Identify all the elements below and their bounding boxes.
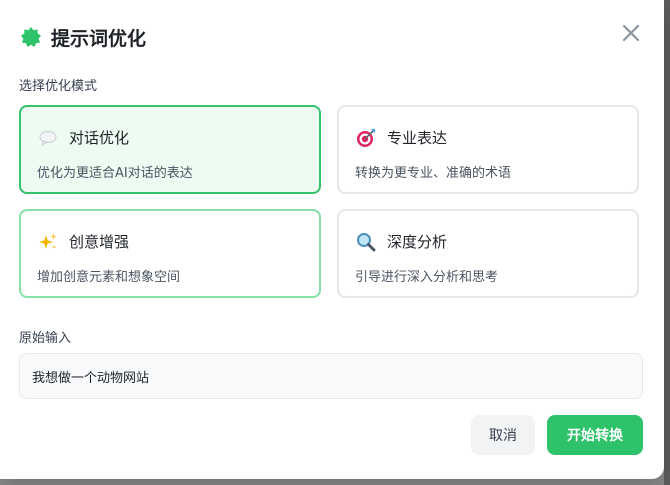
close-icon — [622, 24, 640, 46]
mode-card-analysis[interactable]: 深度分析 引导进行深入分析和思考 — [337, 209, 639, 298]
close-button[interactable] — [618, 22, 644, 48]
dialog-title: 提示词优化 — [51, 27, 147, 50]
mode-description: 增加创意元素和想象空间 — [37, 270, 181, 285]
mode-description: 引导进行深入分析和思考 — [355, 270, 499, 285]
speech-bubble-icon — [38, 128, 58, 148]
mode-card-creative[interactable]: 创意增强 增加创意元素和想象空间 — [19, 209, 321, 298]
page-backdrop — [664, 0, 670, 485]
mode-title: 专业表达 — [387, 129, 448, 147]
mode-section-label: 选择优化模式 — [19, 79, 98, 94]
mode-description: 优化为更适合AI对话的表达 — [37, 166, 193, 181]
mode-title: 创意增强 — [69, 233, 130, 251]
start-convert-button[interactable]: 开始转换 — [547, 415, 643, 455]
mode-title: 对话优化 — [69, 129, 130, 147]
magnifier-icon — [356, 232, 376, 252]
gear-badge-icon — [20, 26, 42, 48]
mode-card-dialogue[interactable]: 对话优化 优化为更适合AI对话的表达 — [19, 105, 321, 194]
mode-card-professional[interactable]: 专业表达 转换为更专业、准确的术语 — [337, 105, 639, 194]
mode-description: 转换为更专业、准确的术语 — [355, 166, 512, 181]
sparkles-icon — [38, 232, 58, 252]
prompt-optimize-dialog: 提示词优化 选择优化模式 对话优化 优化为更适合AI对话的表达 专业表达 转换为… — [0, 0, 664, 479]
target-icon — [356, 128, 376, 148]
mode-title: 深度分析 — [387, 233, 448, 251]
dialog-header: 提示词优化 — [20, 22, 146, 52]
cancel-button[interactable]: 取消 — [471, 415, 535, 455]
input-section-label: 原始输入 — [19, 331, 72, 346]
original-input-field[interactable]: 我想做一个动物网站 — [19, 353, 643, 399]
